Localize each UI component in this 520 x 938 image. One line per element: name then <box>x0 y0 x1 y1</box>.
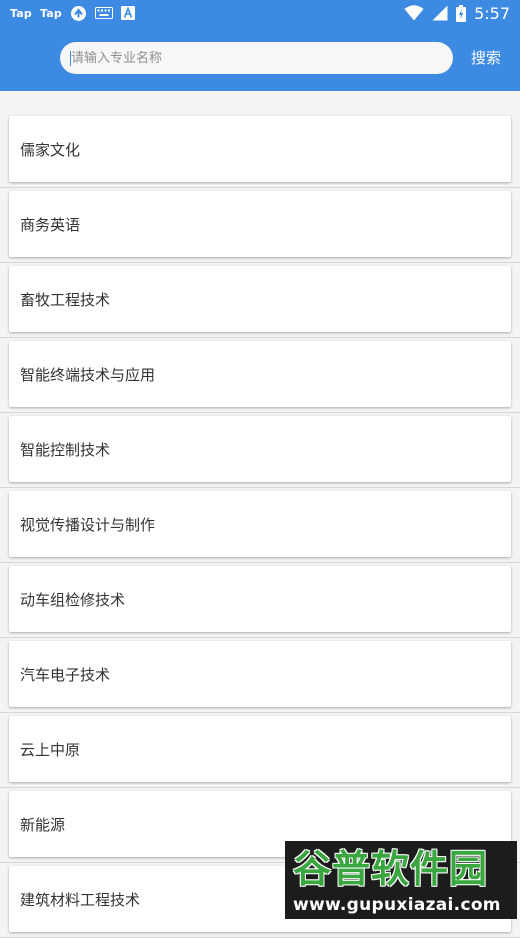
status-bar: Tap Tap 5:57 <box>0 0 520 26</box>
major-list: 儒家文化 商务英语 畜牧工程技术 智能终端技术与应用 智能控制技术 视觉传播设计… <box>0 113 520 938</box>
search-input[interactable] <box>60 42 453 74</box>
major-name: 建筑材料工程技术 <box>20 890 141 909</box>
major-card[interactable]: 动车组检修技术 <box>9 566 511 632</box>
major-card[interactable]: 智能终端技术与应用 <box>9 341 511 407</box>
major-name: 动车组检修技术 <box>20 590 126 609</box>
status-bar-system: 5:57 <box>404 2 510 24</box>
major-name: 新能源 <box>20 815 66 834</box>
list-item: 儒家文化 <box>0 113 520 188</box>
list-item: 智能控制技术 <box>0 413 520 488</box>
watermark-title: 谷普软件园 <box>293 847 489 891</box>
status-bar-notifications: Tap Tap <box>10 4 135 22</box>
wifi-icon <box>404 5 424 21</box>
list-item: 视觉传播设计与制作 <box>0 488 520 563</box>
list-item: 汽车电子技术 <box>0 638 520 713</box>
major-name: 儒家文化 <box>20 140 81 159</box>
major-card[interactable]: 商务英语 <box>9 191 511 257</box>
list-item: 智能终端技术与应用 <box>0 338 520 413</box>
list-item: 动车组检修技术 <box>0 563 520 638</box>
major-name: 智能终端技术与应用 <box>20 365 156 384</box>
taptap-notification-icon: Tap <box>10 6 32 20</box>
major-card[interactable]: 畜牧工程技术 <box>9 266 511 332</box>
major-card[interactable]: 汽车电子技术 <box>9 641 511 707</box>
major-name: 视觉传播设计与制作 <box>20 515 156 534</box>
list-item: 云上中原 <box>0 713 520 788</box>
major-card[interactable]: 儒家文化 <box>9 116 511 182</box>
major-name: 商务英语 <box>20 215 81 234</box>
major-name: 云上中原 <box>20 740 81 759</box>
sync-icon <box>70 5 87 22</box>
search-button[interactable]: 搜索 <box>465 45 507 71</box>
major-name: 智能控制技术 <box>20 440 111 459</box>
major-card[interactable]: 智能控制技术 <box>9 416 511 482</box>
a-notification-icon <box>120 6 135 20</box>
battery-icon <box>456 4 467 22</box>
list-item: 畜牧工程技术 <box>0 263 520 338</box>
status-time: 5:57 <box>474 3 510 23</box>
major-card[interactable]: 云上中原 <box>9 716 511 782</box>
taptap-notification-icon: Tap <box>39 6 62 20</box>
watermark: 谷普软件园 www.gupuxiazai.com <box>285 841 517 919</box>
text-cursor <box>70 51 71 66</box>
app-bar: Tap Tap 5:57 请输入专业名称 搜索 <box>0 0 520 91</box>
keyboard-icon <box>94 7 113 19</box>
major-name: 汽车电子技术 <box>20 665 111 684</box>
major-card[interactable]: 视觉传播设计与制作 <box>9 491 511 557</box>
major-name: 畜牧工程技术 <box>20 290 111 309</box>
search-bar: 搜索 <box>0 42 520 74</box>
watermark-url: www.gupuxiazai.com <box>293 895 501 915</box>
list-item: 商务英语 <box>0 188 520 263</box>
cell-signal-icon <box>432 5 448 21</box>
